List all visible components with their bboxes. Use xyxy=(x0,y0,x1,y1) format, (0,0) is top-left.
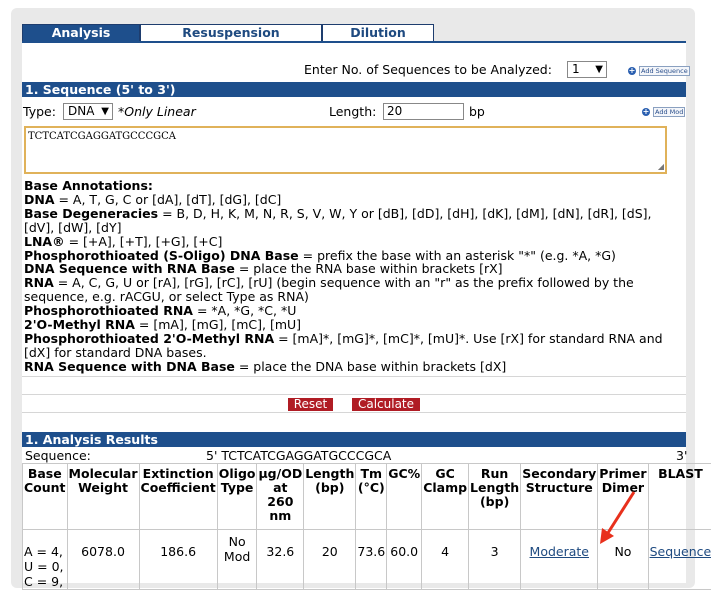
annotation-item: DNA Sequence with RNA Base = place the R… xyxy=(24,262,684,276)
num-sequences-select[interactable]: 1 ▼ xyxy=(567,61,607,78)
annotation-item: RNA Sequence with DNA Base = place the D… xyxy=(24,360,684,374)
column-header: Tm (°C) xyxy=(356,464,387,530)
column-header: GC% xyxy=(387,464,422,530)
column-header: Molecular Weight xyxy=(67,464,139,530)
gc-clamp-cell: 4 xyxy=(422,530,469,590)
length-unit: bp xyxy=(469,104,485,119)
sequence-text: TCTCATCGAGGATGCCCGCA xyxy=(28,131,176,142)
secondary-structure-cell: Moderate xyxy=(521,530,598,590)
calculate-button[interactable]: Calculate xyxy=(352,398,420,411)
column-header: BLAST xyxy=(648,464,711,530)
length-label: Length: xyxy=(329,104,376,119)
column-header: Length (bp) xyxy=(304,464,356,530)
gc-percent-cell: 60.0 xyxy=(387,530,422,590)
chevron-down-icon: ▼ xyxy=(595,62,603,77)
reset-button[interactable]: Reset xyxy=(288,398,333,411)
secondary-structure-link[interactable]: Moderate xyxy=(530,544,589,559)
length-cell: 20 xyxy=(304,530,356,590)
annotation-item: DNA = A, T, G, C or [dA], [dT], [dG], [d… xyxy=(24,193,684,207)
annotation-item: 2'O-Methyl RNA = [mA], [mG], [mC], [mU] xyxy=(24,318,684,332)
divider xyxy=(22,376,686,377)
column-header: Extinction Coefficient xyxy=(139,464,217,530)
annotation-item: LNA® = [+A], [+T], [+G], [+C] xyxy=(24,235,684,249)
add-mod-button[interactable]: + Add Mod xyxy=(642,107,685,117)
num-sequences-value: 1 xyxy=(572,62,580,76)
plus-icon: + xyxy=(628,67,636,75)
molecular-weight-cell: 6078.0 xyxy=(67,530,139,590)
column-header: GC Clamp xyxy=(422,464,469,530)
blast-link[interactable]: Sequence xyxy=(650,544,711,559)
results-section-header: 1. Analysis Results xyxy=(22,432,686,447)
result-sequence-label: Sequence: xyxy=(25,448,91,463)
tab-analysis[interactable]: Analysis xyxy=(22,24,140,42)
divider xyxy=(22,394,686,395)
run-length-cell: 3 xyxy=(469,530,521,590)
blast-cell: Sequence xyxy=(648,530,711,590)
type-label: Type: xyxy=(23,104,56,119)
type-select[interactable]: DNA ▼ xyxy=(63,103,113,120)
divider xyxy=(22,412,686,413)
result-sequence: 5' TCTCATCGAGGATGCCCGCA xyxy=(206,448,391,463)
column-header: μg/OD at 260 nm xyxy=(257,464,304,530)
annotation-item: Phosphorothioated 2'O-Methyl RNA = [mA]*… xyxy=(24,332,684,360)
num-sequences-label: Enter No. of Sequences to be Analyzed: xyxy=(304,62,552,77)
plus-icon: + xyxy=(642,108,650,116)
length-input[interactable]: 20 xyxy=(383,103,464,120)
annotation-item: Phosphorothioated RNA = *A, *G, *C, *U xyxy=(24,304,684,318)
base-annotations: Base Annotations: DNA = A, T, G, C or [d… xyxy=(24,179,684,374)
result-sequence-3prime: 3' xyxy=(676,448,687,463)
ug-per-od-cell: 32.6 xyxy=(257,530,304,590)
column-header: Secondary Structure xyxy=(521,464,598,530)
annotation-item: Base Degeneracies = B, D, H, K, M, N, R,… xyxy=(24,207,684,235)
column-header: Run Length (bp) xyxy=(469,464,521,530)
oligo-type-cell: No Mod xyxy=(217,530,257,590)
resize-handle-icon[interactable]: ◢ xyxy=(658,162,664,171)
red-arrow-icon xyxy=(590,488,650,548)
type-value: DNA xyxy=(68,104,94,118)
extinction-coefficient-cell: 186.6 xyxy=(139,530,217,590)
add-sequence-label: Add Sequence xyxy=(639,66,690,76)
tab-resuspension[interactable]: Resuspension xyxy=(140,24,322,42)
tab-bar: Analysis Resuspension Dilution xyxy=(22,24,434,42)
annotations-title: Base Annotations: xyxy=(24,179,684,193)
column-header: Oligo Type xyxy=(217,464,257,530)
base-count-cell: A = 4, U = 0, C = 9, xyxy=(23,530,68,590)
column-header: Base Count xyxy=(23,464,68,530)
annotation-item: RNA = A, C, G, U or [rA], [rG], [rC], [r… xyxy=(24,276,684,304)
chevron-down-icon: ▼ xyxy=(101,104,109,119)
add-mod-label: Add Mod xyxy=(653,107,685,117)
sequence-section-header: 1. Sequence (5' to 3') xyxy=(22,82,686,97)
type-note: *Only Linear xyxy=(118,104,196,119)
tab-dilution[interactable]: Dilution xyxy=(322,24,434,42)
annotation-item: Phosphorothioated (S-Oligo) DNA Base = p… xyxy=(24,249,684,263)
tm-cell: 73.6 xyxy=(356,530,387,590)
add-sequence-button[interactable]: + Add Sequence xyxy=(628,66,690,76)
sequence-textarea[interactable]: TCTCATCGAGGATGCCCGCA ◢ xyxy=(24,126,667,174)
